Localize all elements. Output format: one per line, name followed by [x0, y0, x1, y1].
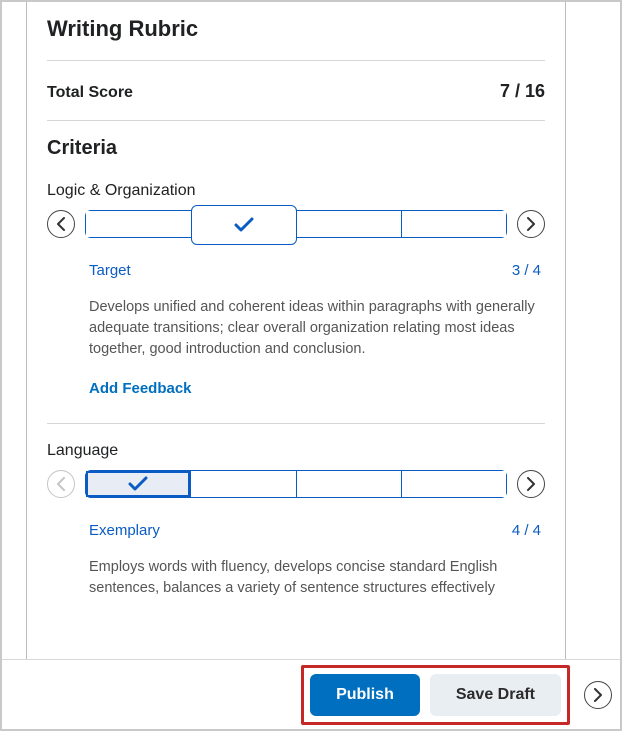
total-score-label: Total Score [47, 84, 133, 102]
total-score-value: 7 / 16 [500, 81, 545, 102]
level-segment[interactable] [297, 471, 402, 497]
total-score-row: Total Score 7 / 16 [47, 61, 545, 120]
criterion-detail: Exemplary 4 / 4 Employs words with fluen… [47, 522, 545, 599]
app-window: Writing Rubric Total Score 7 / 16 Criter… [0, 0, 622, 731]
level-name: Target [89, 262, 131, 279]
level-segments [85, 470, 507, 498]
level-name: Exemplary [89, 522, 160, 539]
chevron-right-icon [526, 217, 536, 231]
level-segment-selected[interactable] [191, 205, 298, 245]
divider [47, 423, 545, 424]
level-score: 4 / 4 [512, 522, 541, 539]
slider-prev-button[interactable] [47, 210, 75, 238]
highlighted-button-group: Publish Save Draft [301, 665, 570, 725]
check-icon [128, 476, 148, 492]
criteria-heading: Criteria [47, 137, 545, 160]
add-feedback-link[interactable]: Add Feedback [89, 380, 192, 397]
footer-bar: Publish Save Draft [2, 659, 620, 729]
level-summary-row: Exemplary 4 / 4 [89, 522, 541, 539]
level-segment[interactable] [86, 211, 192, 237]
level-slider-row [47, 470, 545, 498]
criterion-detail: Target 3 / 4 Develops unified and cohere… [47, 262, 545, 417]
level-slider-row [47, 210, 545, 238]
criterion-block: Logic & Organization [47, 182, 545, 417]
level-segment[interactable] [402, 471, 506, 497]
level-segment[interactable] [191, 471, 296, 497]
publish-button[interactable]: Publish [310, 674, 420, 716]
save-draft-button[interactable]: Save Draft [430, 674, 561, 716]
level-segments [85, 210, 507, 238]
slider-next-button[interactable] [517, 470, 545, 498]
level-summary-row: Target 3 / 4 [89, 262, 541, 279]
divider [47, 120, 545, 121]
level-description: Develops unified and coherent ideas with… [89, 297, 541, 360]
slider-prev-button [47, 470, 75, 498]
criterion-name: Logic & Organization [47, 182, 545, 200]
criterion-name: Language [47, 442, 545, 460]
slider-next-button[interactable] [517, 210, 545, 238]
check-icon [234, 217, 254, 233]
rubric-panel: Writing Rubric Total Score 7 / 16 Criter… [26, 2, 566, 722]
chevron-right-icon [526, 477, 536, 491]
chevron-left-icon [56, 477, 66, 491]
chevron-right-icon [593, 688, 603, 702]
level-description: Employs words with fluency, develops con… [89, 557, 541, 599]
level-score: 3 / 4 [512, 262, 541, 279]
level-segment[interactable] [296, 211, 402, 237]
level-segment[interactable] [402, 211, 507, 237]
criterion-block: Language [47, 442, 545, 599]
level-segment-selected[interactable] [86, 471, 191, 497]
rubric-title: Writing Rubric [47, 16, 545, 42]
chevron-left-icon [56, 217, 66, 231]
footer-next-button[interactable] [584, 681, 612, 709]
